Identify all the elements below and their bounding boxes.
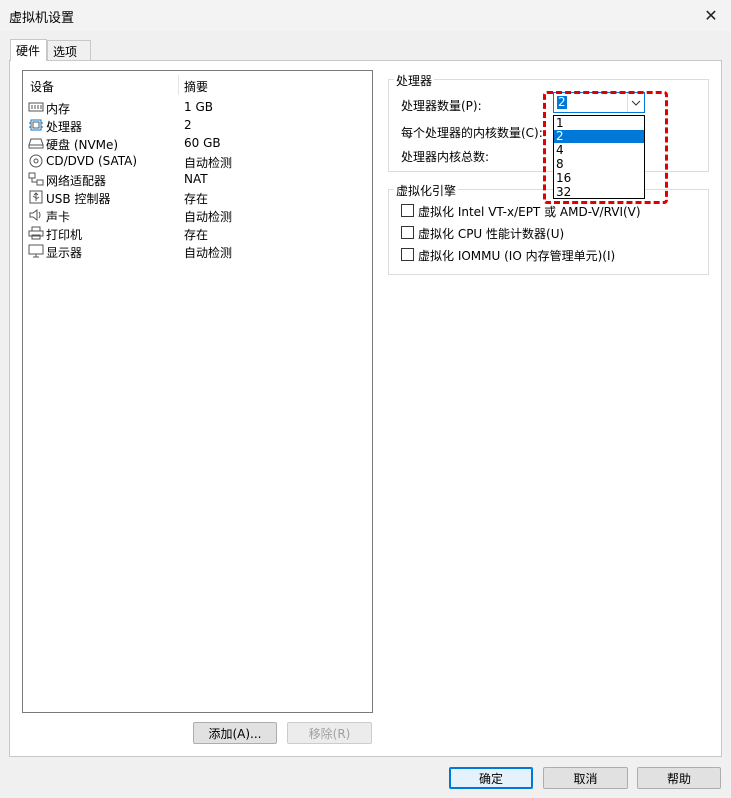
cpu-counters-checkbox-label[interactable]: 虚拟化 CPU 性能计数器(U) [418, 225, 564, 242]
ok-button[interactable]: 确定 [449, 767, 533, 789]
dropdown-option-2[interactable]: 2 [554, 130, 644, 143]
device-summary: 2 [184, 118, 192, 132]
device-name: 内存 [46, 102, 71, 116]
processor-count-value: 2 [557, 95, 567, 109]
device-list[interactable]: 设备 摘要 内存 1 GB 处理器 2 硬盘 (NVMe) 60 GB CD/D… [22, 70, 373, 713]
device-name: 打印机 [46, 228, 83, 242]
device-name: 显示器 [46, 246, 83, 260]
device-row-sound-card[interactable]: 声卡 自动检测 [23, 206, 372, 224]
usb-icon [29, 190, 43, 204]
processor-icon [29, 119, 43, 131]
device-name: 声卡 [46, 210, 71, 224]
iommu-checkbox[interactable] [401, 248, 414, 261]
device-row-processor[interactable]: 处理器 2 [23, 116, 372, 134]
dropdown-option-4[interactable]: 4 [554, 144, 644, 157]
dropdown-option-8[interactable]: 8 [554, 158, 644, 171]
processor-count-label: 处理器数量(P): [401, 99, 482, 113]
device-summary: 自动检测 [184, 246, 233, 260]
iommu-checkbox-label[interactable]: 虚拟化 IOMMU (IO 内存管理单元)(I) [418, 247, 615, 264]
device-summary: 60 GB [184, 136, 221, 150]
sound-icon [29, 209, 41, 221]
printer-icon [28, 226, 44, 240]
cd-dvd-icon [29, 154, 43, 168]
device-name: CD/DVD (SATA) [46, 154, 138, 168]
remove-device-button[interactable]: 移除(R) [287, 722, 372, 744]
vtx-checkbox[interactable] [401, 204, 414, 217]
memory-icon [28, 102, 44, 112]
help-button[interactable]: 帮助 [637, 767, 721, 789]
device-summary: 自动检测 [184, 210, 233, 224]
cpu-counters-checkbox[interactable] [401, 226, 414, 239]
close-button[interactable]: ✕ [691, 0, 731, 31]
device-row-hard-disk[interactable]: 硬盘 (NVMe) 60 GB [23, 134, 372, 152]
cancel-button[interactable]: 取消 [543, 767, 628, 789]
title-bar: 虚拟机设置 ✕ [0, 0, 731, 31]
device-row-cd-dvd[interactable]: CD/DVD (SATA) 自动检测 [23, 152, 372, 170]
device-row-printer[interactable]: 打印机 存在 [23, 224, 372, 242]
device-name: USB 控制器 [46, 192, 111, 206]
device-row-usb-controller[interactable]: USB 控制器 存在 [23, 188, 372, 206]
processor-count-select[interactable]: 2 [553, 92, 645, 113]
device-summary: 存在 [184, 192, 209, 206]
device-list-header: 设备 摘要 [23, 71, 372, 95]
window-title: 虚拟机设置 [9, 11, 75, 26]
network-adapter-icon [28, 172, 44, 186]
hard-disk-icon [28, 138, 44, 149]
column-header-device[interactable]: 设备 [30, 78, 54, 95]
device-name: 硬盘 (NVMe) [46, 138, 119, 152]
chevron-down-icon[interactable] [627, 93, 644, 112]
dropdown-option-1[interactable]: 1 [554, 117, 644, 130]
vtx-checkbox-label[interactable]: 虚拟化 Intel VT-x/EPT 或 AMD-V/RVI(V) [418, 203, 641, 220]
dropdown-option-16[interactable]: 16 [554, 172, 644, 185]
tab-hardware[interactable]: 硬件 [10, 39, 47, 61]
device-row-network-adapter[interactable]: 网络适配器 NAT [23, 170, 372, 188]
display-icon [28, 244, 44, 258]
column-separator[interactable] [178, 75, 179, 95]
device-row-memory[interactable]: 内存 1 GB [23, 98, 372, 116]
close-icon: ✕ [704, 6, 718, 25]
device-summary: 存在 [184, 228, 209, 242]
dropdown-option-32[interactable]: 32 [554, 186, 644, 199]
add-device-button[interactable]: 添加(A)... [193, 722, 277, 744]
device-row-display[interactable]: 显示器 自动检测 [23, 242, 372, 260]
cores-per-processor-label: 每个处理器的内核数量(C): [401, 126, 543, 140]
device-summary: 1 GB [184, 100, 213, 114]
device-name: 处理器 [46, 120, 83, 134]
processor-group-title: 处理器 [394, 72, 435, 89]
tab-options[interactable]: 选项 [47, 40, 91, 60]
device-summary: 自动检测 [184, 156, 233, 170]
column-header-summary[interactable]: 摘要 [184, 78, 208, 95]
device-summary: NAT [184, 172, 208, 186]
processor-count-dropdown: 1 2 4 8 16 32 [553, 115, 645, 199]
device-name: 网络适配器 [46, 174, 107, 188]
virtualization-group-title: 虚拟化引擎 [394, 182, 459, 199]
total-cores-label: 处理器内核总数: [401, 150, 490, 164]
